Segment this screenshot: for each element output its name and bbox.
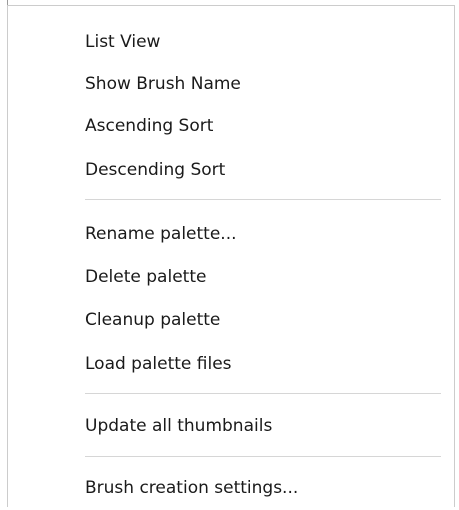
menu-item-brush-creation-settings[interactable]: Brush creation settings... xyxy=(85,473,298,503)
menu-item-ascending-sort[interactable]: Ascending Sort xyxy=(85,111,213,141)
menu-separator xyxy=(85,393,441,394)
menu-item-rename-palette[interactable]: Rename palette... xyxy=(85,219,237,249)
menu-item-descending-sort[interactable]: Descending Sort xyxy=(85,155,225,185)
context-menu: List View Show Brush Name Ascending Sort… xyxy=(7,5,455,507)
menu-separator xyxy=(85,456,441,457)
menu-item-update-all-thumbnails[interactable]: Update all thumbnails xyxy=(85,411,272,441)
menu-item-show-brush-name[interactable]: Show Brush Name xyxy=(85,69,241,99)
menu-item-delete-palette[interactable]: Delete palette xyxy=(85,262,206,292)
menu-separator xyxy=(85,199,441,200)
menu-item-cleanup-palette[interactable]: Cleanup palette xyxy=(85,305,220,335)
menu-item-load-palette-files[interactable]: Load palette files xyxy=(85,349,232,379)
menu-item-list-view[interactable]: List View xyxy=(85,27,160,57)
